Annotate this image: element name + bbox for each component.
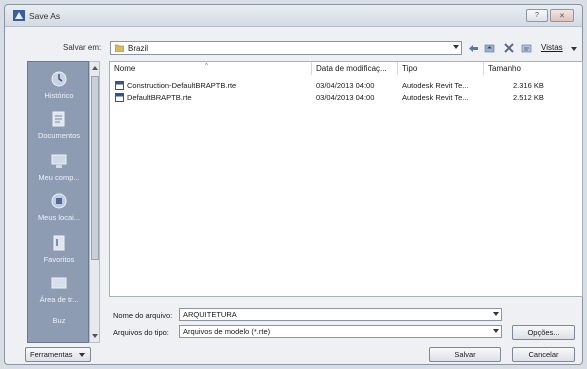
revit-template-file-icon bbox=[115, 93, 124, 102]
chevron-down-icon[interactable] bbox=[493, 312, 499, 316]
place-label: Área de tr... bbox=[39, 295, 79, 304]
file-name-value: ARQUITETURA bbox=[183, 310, 237, 319]
dialog-title: Save As bbox=[29, 11, 61, 21]
place-favorites[interactable]: Favoritos bbox=[28, 234, 88, 264]
views-menu[interactable]: Vistas bbox=[541, 43, 563, 52]
new-folder-button[interactable] bbox=[519, 41, 533, 55]
cancel-button[interactable]: Cancelar bbox=[512, 347, 575, 362]
file-name-label: Nome do arquivo: bbox=[113, 311, 173, 320]
favorites-icon bbox=[53, 235, 65, 251]
save-button[interactable]: Salvar bbox=[429, 347, 501, 362]
place-label: Meu comp... bbox=[38, 173, 80, 182]
column-header-name[interactable]: Nome bbox=[110, 62, 312, 75]
file-type: Autodesk Revit Te... bbox=[402, 93, 469, 102]
place-label: Meus locai... bbox=[37, 213, 81, 222]
file-size: 2.316 KB bbox=[513, 81, 544, 90]
place-network[interactable]: Meus locai... bbox=[28, 192, 88, 222]
file-list[interactable]: Nome ^ Data de modificaç... Tipo Tamanho… bbox=[109, 61, 583, 297]
revit-template-file-icon bbox=[115, 81, 124, 90]
column-header-type[interactable]: Tipo bbox=[398, 62, 484, 75]
scrollbar-thumb[interactable] bbox=[91, 76, 99, 260]
save-as-dialog: Save As ? ✕ Salvar em: Brazil Vistas His… bbox=[4, 4, 583, 365]
file-type: Autodesk Revit Te... bbox=[402, 81, 469, 90]
chevron-down-icon[interactable] bbox=[571, 47, 577, 51]
options-button[interactable]: Opções... bbox=[512, 325, 575, 340]
scroll-down-icon[interactable] bbox=[92, 334, 98, 338]
place-desktop[interactable]: Área de tr... bbox=[28, 274, 88, 304]
place-label: Buz bbox=[52, 316, 66, 325]
file-type-label: Arquivos do tipo: bbox=[113, 328, 169, 337]
title-bar[interactable]: Save As ? ✕ bbox=[5, 5, 582, 27]
computer-icon bbox=[51, 154, 67, 168]
chevron-down-icon[interactable] bbox=[453, 45, 459, 49]
column-header-date[interactable]: Data de modificaç... bbox=[312, 62, 398, 75]
revit-app-icon bbox=[13, 10, 25, 21]
place-label: Favoritos bbox=[43, 255, 75, 264]
file-size: 2.512 KB bbox=[513, 93, 544, 102]
file-date: 03/04/2013 04:00 bbox=[316, 93, 375, 102]
places-bar: Histórico Documentos Meu comp... Meus lo… bbox=[27, 61, 89, 343]
tools-menu-button[interactable]: Ferramentas bbox=[25, 347, 91, 362]
places-scrollbar[interactable] bbox=[89, 61, 100, 343]
place-label: Histórico bbox=[44, 91, 74, 100]
chevron-down-icon bbox=[79, 353, 85, 357]
sort-indicator-icon: ^ bbox=[205, 63, 208, 69]
history-icon bbox=[51, 71, 67, 87]
new-folder-icon bbox=[521, 44, 531, 53]
place-label: Documentos bbox=[37, 131, 81, 140]
back-button[interactable] bbox=[466, 41, 480, 55]
tools-label: Ferramentas bbox=[30, 350, 73, 359]
save-in-label: Salvar em: bbox=[63, 43, 102, 52]
place-documents[interactable]: Documentos bbox=[28, 110, 88, 140]
place-computer[interactable]: Meu comp... bbox=[28, 152, 88, 182]
scroll-up-icon[interactable] bbox=[92, 66, 98, 70]
help-button[interactable]: ? bbox=[526, 9, 548, 22]
back-arrow-icon bbox=[468, 44, 478, 52]
folder-icon bbox=[115, 44, 124, 52]
network-icon bbox=[51, 193, 67, 209]
current-folder-name: Brazil bbox=[128, 43, 149, 53]
place-buzzsaw[interactable]: Buz bbox=[28, 316, 88, 325]
desktop-icon bbox=[51, 277, 67, 289]
save-in-dropdown[interactable]: Brazil bbox=[110, 41, 462, 55]
up-folder-button[interactable] bbox=[482, 41, 496, 55]
file-name: DefaultBRAPTB.rte bbox=[127, 93, 192, 102]
documents-icon bbox=[52, 111, 65, 127]
file-type-select[interactable]: Arquivos de modelo (*.rte) bbox=[179, 325, 502, 338]
file-date: 03/04/2013 04:00 bbox=[316, 81, 375, 90]
close-button[interactable]: ✕ bbox=[550, 9, 574, 22]
file-name-field[interactable]: ARQUITETURA bbox=[179, 308, 502, 321]
file-name: Construction-DefaultBRAPTB.rte bbox=[127, 81, 237, 90]
delete-button[interactable] bbox=[502, 41, 516, 55]
table-row[interactable]: Construction-DefaultBRAPTB.rte 03/04/201… bbox=[110, 80, 582, 91]
delete-x-icon bbox=[504, 43, 514, 53]
column-header-size[interactable]: Tamanho bbox=[484, 62, 582, 75]
file-type-value: Arquivos de modelo (*.rte) bbox=[183, 327, 271, 336]
chevron-down-icon[interactable] bbox=[493, 329, 499, 333]
table-row[interactable]: DefaultBRAPTB.rte 03/04/2013 04:00 Autod… bbox=[110, 92, 582, 103]
place-history[interactable]: Histórico bbox=[28, 70, 88, 100]
up-folder-icon bbox=[484, 44, 494, 53]
